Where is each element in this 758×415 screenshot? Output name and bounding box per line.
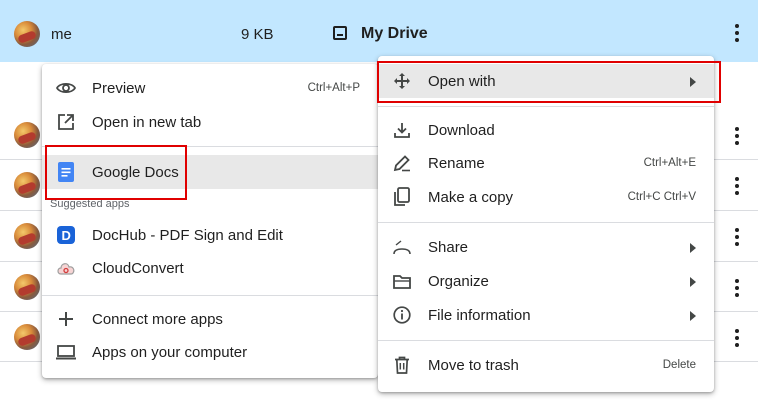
copy-icon: [392, 187, 412, 207]
owner-avatar: [14, 122, 40, 148]
menu-item-label: Open in new tab: [92, 114, 202, 131]
pencil-icon: [392, 153, 412, 173]
file-location: My Drive: [361, 25, 428, 42]
more-actions-icon[interactable]: [734, 127, 740, 145]
menu-item-label: Move to trash: [428, 357, 519, 374]
file-owner: me: [51, 26, 72, 43]
file-row-selected[interactable]: me 9 KB My Drive: [0, 0, 758, 62]
menu-item-shortcut: Ctrl+C Ctrl+V: [627, 191, 696, 203]
chevron-right-icon: [690, 277, 696, 287]
menu-item-share[interactable]: Share: [378, 231, 714, 263]
menu-item-shortcut: Ctrl+Alt+P: [307, 82, 360, 94]
menu-item-label: Google Docs: [92, 164, 179, 181]
share-icon: [392, 237, 412, 257]
owner-avatar: [14, 172, 40, 198]
menu-item-download[interactable]: Download: [378, 114, 714, 146]
menu-item-cloudconvert[interactable]: CloudConvert: [42, 252, 378, 284]
suggested-apps-heading: Suggested apps: [50, 198, 130, 210]
menu-item-label: Make a copy: [428, 189, 514, 206]
menu-item-label: Open with: [428, 73, 496, 90]
menu-item-label: Apps on your computer: [92, 344, 248, 361]
menu-item-file-information[interactable]: File information: [378, 299, 714, 331]
file-size: 9 KB: [241, 26, 274, 43]
laptop-icon: [56, 342, 76, 362]
menu-divider: [378, 222, 714, 223]
owner-avatar: [14, 21, 40, 47]
menu-item-rename[interactable]: Rename Ctrl+Alt+E: [378, 147, 714, 179]
menu-divider: [42, 295, 378, 296]
menu-item-label: Rename: [428, 155, 485, 172]
download-icon: [392, 120, 412, 140]
menu-item-shortcut: Ctrl+Alt+E: [643, 157, 696, 169]
menu-item-label: Preview: [92, 80, 146, 97]
menu-item-shortcut: Delete: [662, 359, 696, 371]
menu-item-organize[interactable]: Organize: [378, 265, 714, 297]
more-actions-icon[interactable]: [734, 228, 740, 246]
open-in-new-icon: [56, 112, 76, 132]
menu-item-label: Connect more apps: [92, 311, 223, 328]
more-actions-icon[interactable]: [734, 24, 740, 42]
chevron-right-icon: [690, 77, 696, 87]
menu-item-label: File information: [428, 307, 531, 324]
chevron-right-icon: [690, 311, 696, 321]
owner-avatar: [14, 223, 40, 249]
eye-icon: [56, 78, 76, 98]
plus-icon: [56, 309, 76, 329]
cloudconvert-icon: [56, 258, 76, 278]
menu-divider: [378, 340, 714, 341]
move-arrows-icon: [392, 71, 412, 91]
menu-item-preview[interactable]: Preview Ctrl+Alt+P: [42, 72, 378, 104]
menu-item-label: Share: [428, 239, 469, 256]
info-icon: [392, 305, 412, 325]
menu-item-make-a-copy[interactable]: Make a copy Ctrl+C Ctrl+V: [378, 181, 714, 213]
menu-item-label: CloudConvert: [92, 260, 184, 277]
menu-divider: [42, 146, 378, 147]
menu-item-label: Organize: [428, 273, 489, 290]
more-actions-icon[interactable]: [734, 279, 740, 297]
menu-item-move-to-trash[interactable]: Move to trash Delete: [378, 349, 714, 381]
more-actions-icon[interactable]: [734, 329, 740, 347]
dochub-icon: D: [56, 225, 76, 245]
menu-item-google-docs[interactable]: Google Docs: [42, 155, 378, 189]
chevron-right-icon: [690, 243, 696, 253]
menu-item-dochub[interactable]: D DocHub - PDF Sign and Edit: [42, 219, 378, 251]
menu-item-apps-on-computer[interactable]: Apps on your computer: [42, 336, 378, 368]
menu-divider: [378, 106, 714, 107]
open-with-submenu: Preview Ctrl+Alt+P Open in new tab Googl…: [42, 64, 378, 378]
trash-icon: [392, 355, 412, 375]
menu-item-connect-more-apps[interactable]: Connect more apps: [42, 303, 378, 335]
menu-item-open-in-new-tab[interactable]: Open in new tab: [42, 106, 378, 138]
google-docs-icon: [56, 162, 76, 182]
more-actions-icon[interactable]: [734, 177, 740, 195]
owner-avatar: [14, 324, 40, 350]
menu-item-label: DocHub - PDF Sign and Edit: [92, 227, 283, 244]
svg-text:D: D: [62, 228, 71, 243]
drive-icon: [333, 26, 347, 40]
menu-item-open-with[interactable]: Open with: [378, 64, 714, 98]
owner-avatar: [14, 274, 40, 300]
menu-item-label: Download: [428, 122, 495, 139]
context-menu: Open with Download Rename Ctrl+Alt+E Mak…: [378, 56, 714, 392]
folder-icon: [392, 271, 412, 291]
